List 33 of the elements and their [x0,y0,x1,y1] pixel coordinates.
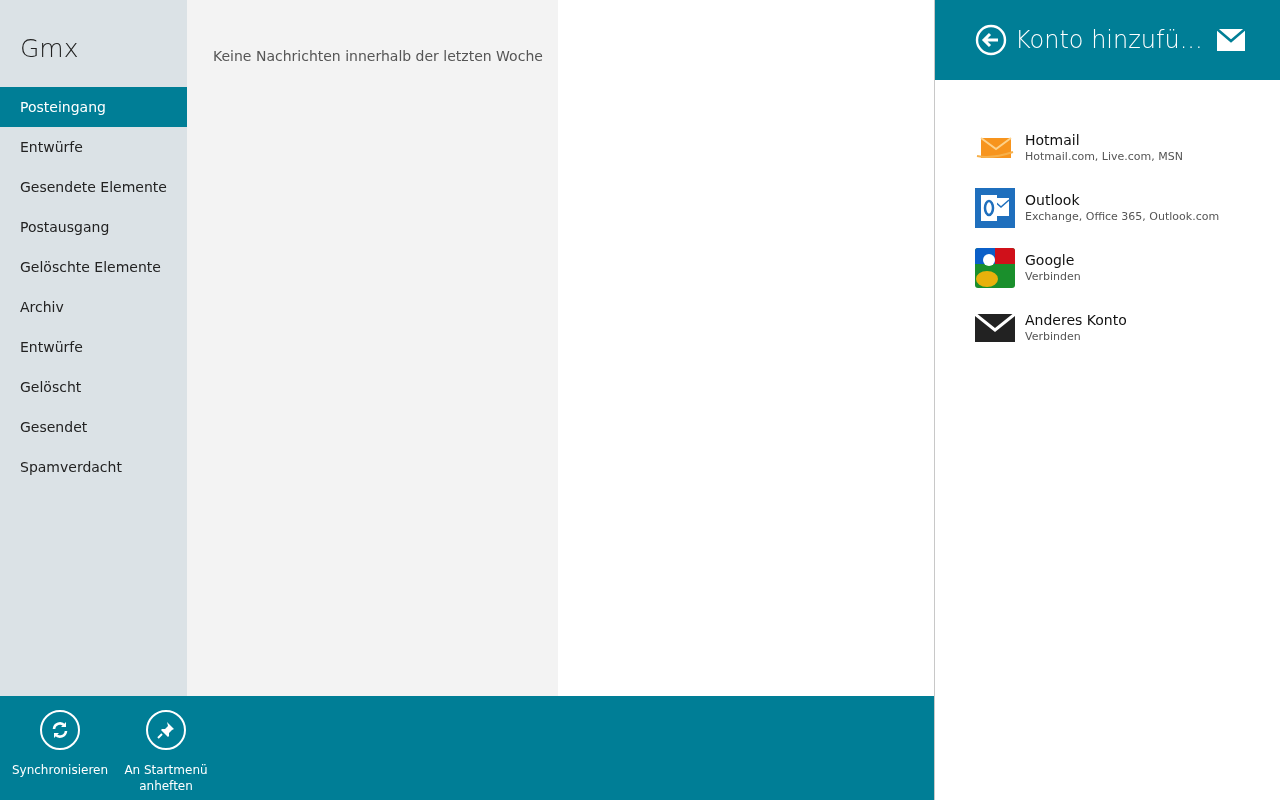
sync-button[interactable]: Synchronisieren [10,710,110,800]
folder-item[interactable]: Posteingang [0,87,187,127]
sync-icon [40,710,80,750]
folder-item[interactable]: Archiv [0,287,187,327]
account-name: Hotmail [1025,131,1081,149]
account-detail: Hotmail.com, Live.com, MSN [1025,149,1183,165]
account-name: Anderes Konto [1025,311,1127,329]
folder-item[interactable]: Gelöscht [0,367,187,407]
account-detail: Exchange, Office 365, Outlook.com [1025,209,1220,225]
account-option[interactable]: Google Verbinden [935,238,1280,298]
account-option[interactable]: Outlook Exchange, Office 365, Outlook.com [935,178,1280,238]
account-name: Outlook [1025,191,1081,209]
mail-icon [1216,29,1245,51]
google-icon [975,248,1015,288]
flyout-title: Konto hinzufü... [1015,25,1203,55]
folder-item[interactable]: Entwürfe [0,127,187,167]
empty-message: Keine Nachrichten innerhalb der letzten Woche [213,47,544,66]
account-detail: Verbinden [1025,269,1081,285]
account-option[interactable]: Hotmail Hotmail.com, Live.com, MSN [935,118,1280,178]
folder-item[interactable]: Gesendet [0,407,187,447]
account-detail: Verbinden [1025,329,1082,345]
folder-item[interactable]: Spamverdacht [0,447,187,487]
folder-item[interactable]: Postausgang [0,207,187,247]
outlook-icon [975,188,1015,228]
folder-item[interactable]: Entwürfe [0,327,187,367]
back-button[interactable] [975,24,1007,56]
account-title: Gmx [19,33,80,65]
account-option[interactable]: Anderes Konto Verbinden [935,298,1280,358]
account-name: Google [1025,251,1076,269]
folder-item[interactable]: Gelöschte Elemente [0,247,187,287]
pin-button[interactable]: An Startmenü anheften [116,710,216,800]
pin-icon [146,710,186,750]
folder-item[interactable]: Gesendete Elemente [0,167,187,207]
